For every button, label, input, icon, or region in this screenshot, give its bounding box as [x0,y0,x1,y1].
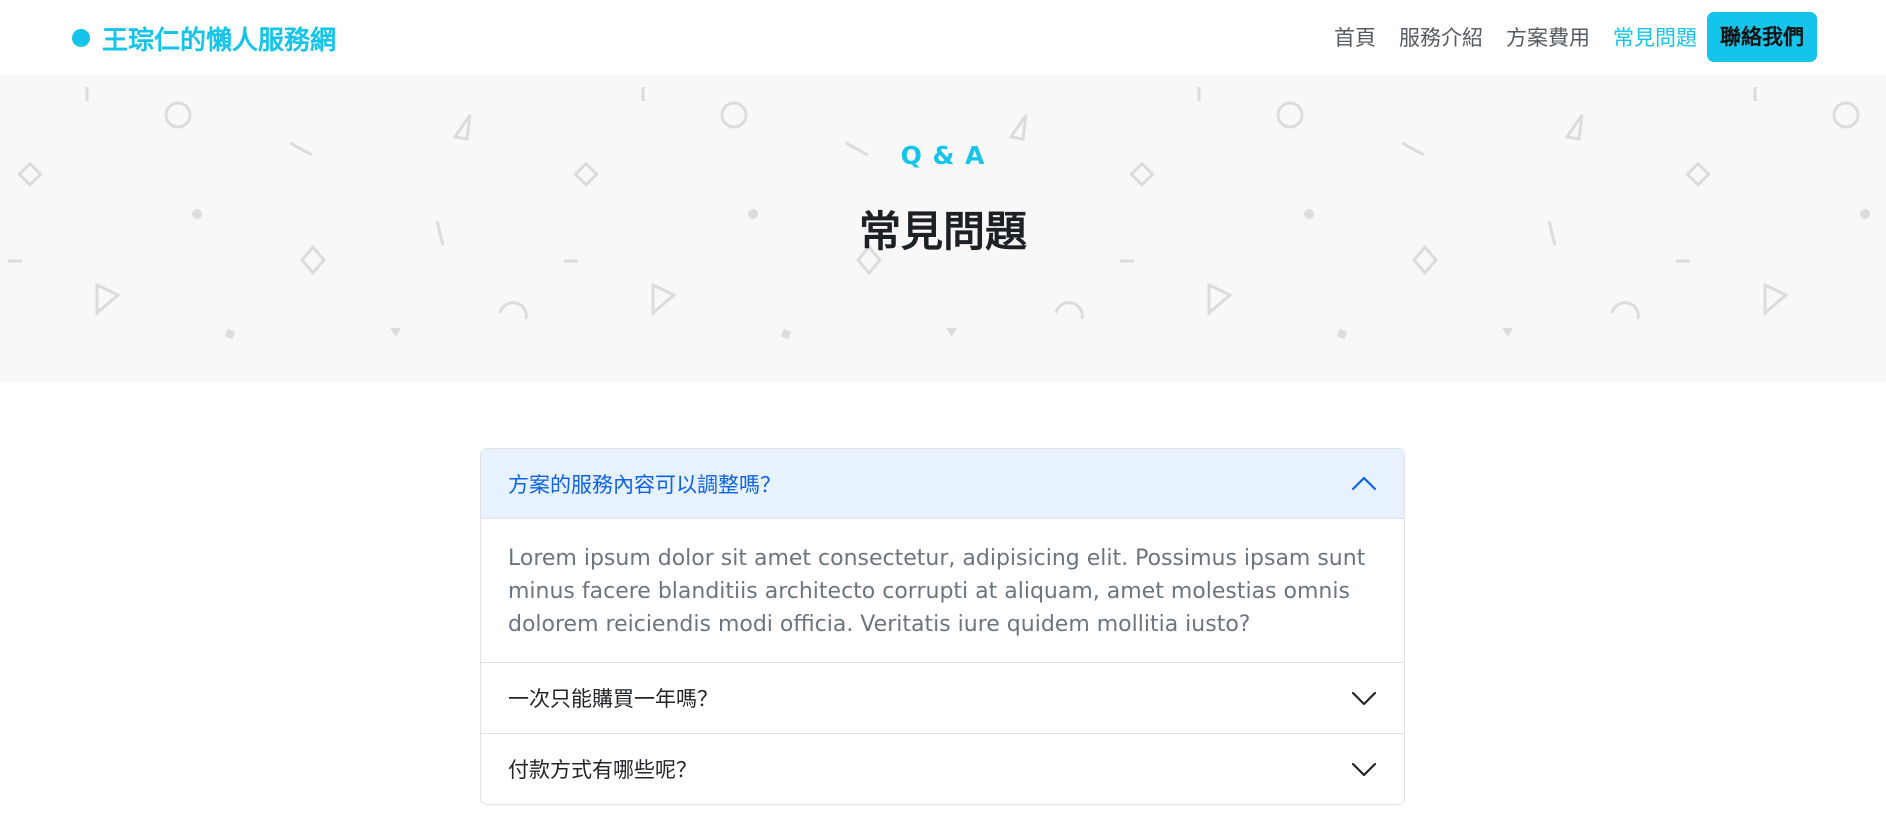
faq-question: 付款方式有哪些呢？ [508,758,697,782]
brand-name: 王琮仁的懶人服務網 [102,25,337,56]
faq-item: 一次只能購買一年嗎？ [481,662,1404,733]
contact-us-button[interactable]: 聯絡我們 [1707,12,1817,62]
nav-link-faq[interactable]: 常見問題 [1613,22,1697,52]
chevron-down-icon [1351,762,1377,777]
faq-question: 方案的服務內容可以調整嗎？ [508,472,781,497]
hero-subtitle: Q & A [900,141,986,170]
brand-dot-icon [72,29,90,47]
chevron-down-icon [1351,691,1377,706]
faq-question: 一次只能購買一年嗎？ [508,687,718,711]
faq-item: 付款方式有哪些呢？ [481,733,1404,804]
faq-accordion: 方案的服務內容可以調整嗎？ Lorem ipsum dolor sit amet… [480,448,1405,805]
faq-item: 方案的服務內容可以調整嗎？ Lorem ipsum dolor sit amet… [481,449,1404,662]
page-title: 常見問題 [858,207,1027,256]
navbar: 王琮仁的懶人服務網 首頁 服務介紹 方案費用 常見問題 聯絡我們 [0,0,1886,75]
chevron-up-icon [1351,476,1377,490]
nav-link-pricing[interactable]: 方案費用 [1506,22,1590,52]
faq-question-button[interactable]: 一次只能購買一年嗎？ [481,663,1404,733]
faq-question-button[interactable]: 方案的服務內容可以調整嗎？ [481,449,1404,519]
faq-answer: Lorem ipsum dolor sit amet consectetur, … [508,546,1366,637]
nav-link-services[interactable]: 服務介紹 [1399,22,1483,52]
nav-menu: 首頁 服務介紹 方案費用 常見問題 聯絡我們 [1311,12,1817,62]
faq-question-button[interactable]: 付款方式有哪些呢？ [481,734,1404,804]
nav-link-home[interactable]: 首頁 [1334,22,1376,52]
brand-logo-link[interactable]: 王琮仁的懶人服務網 [72,20,336,56]
hero-banner: Q & A 常見問題 [0,75,1886,383]
